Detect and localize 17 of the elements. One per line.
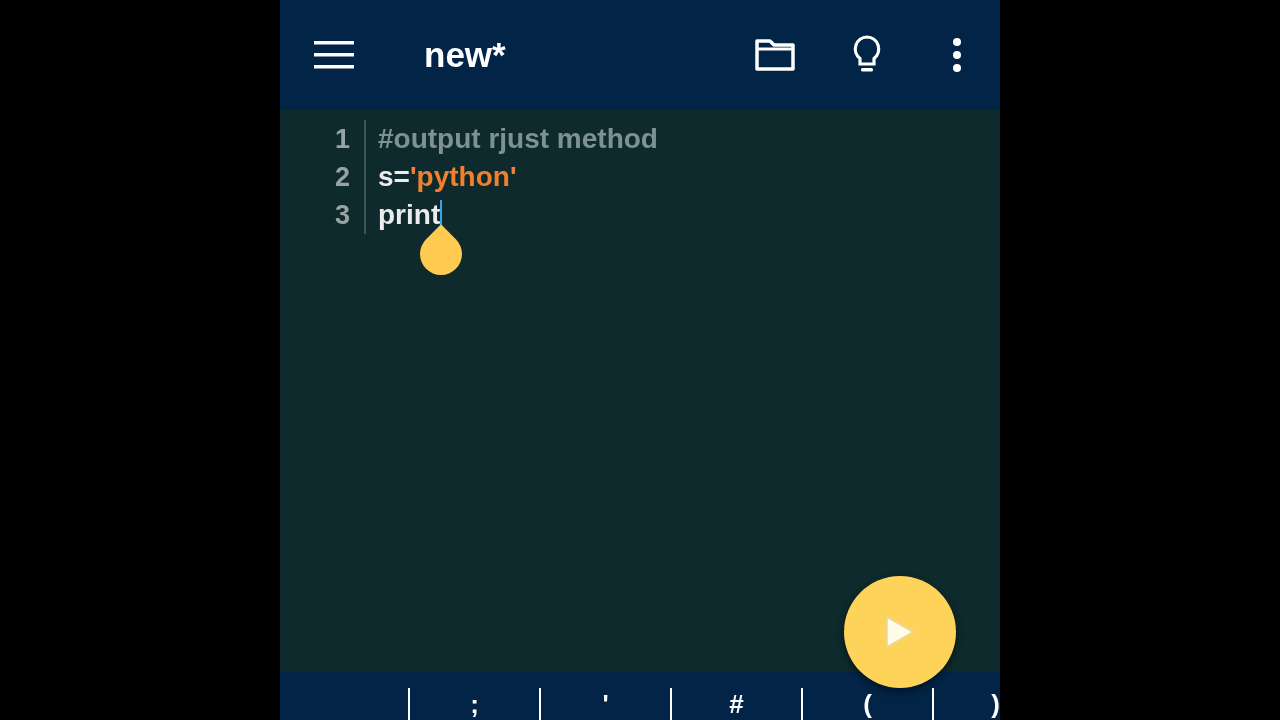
menu-icon[interactable] [314,41,354,69]
more-icon[interactable] [952,38,962,72]
symbol-key[interactable]: ' [539,688,670,720]
symbol-key[interactable]: ; [408,688,539,720]
line-number: 2 [333,161,351,193]
file-title: new* [424,35,507,75]
folder-icon[interactable] [754,39,796,71]
symbol-key[interactable]: ( [801,688,932,720]
code-text: s= [378,161,410,193]
symbol-key[interactable]: ) [932,688,1000,720]
line-number: 3 [333,199,351,231]
string-literal: 'python' [409,161,517,193]
line-number: 1 [333,123,351,155]
code-comment: #output rjust method [378,123,658,155]
symbol-key[interactable]: # [670,688,801,720]
play-icon [885,615,915,649]
code-text: print [378,199,441,231]
